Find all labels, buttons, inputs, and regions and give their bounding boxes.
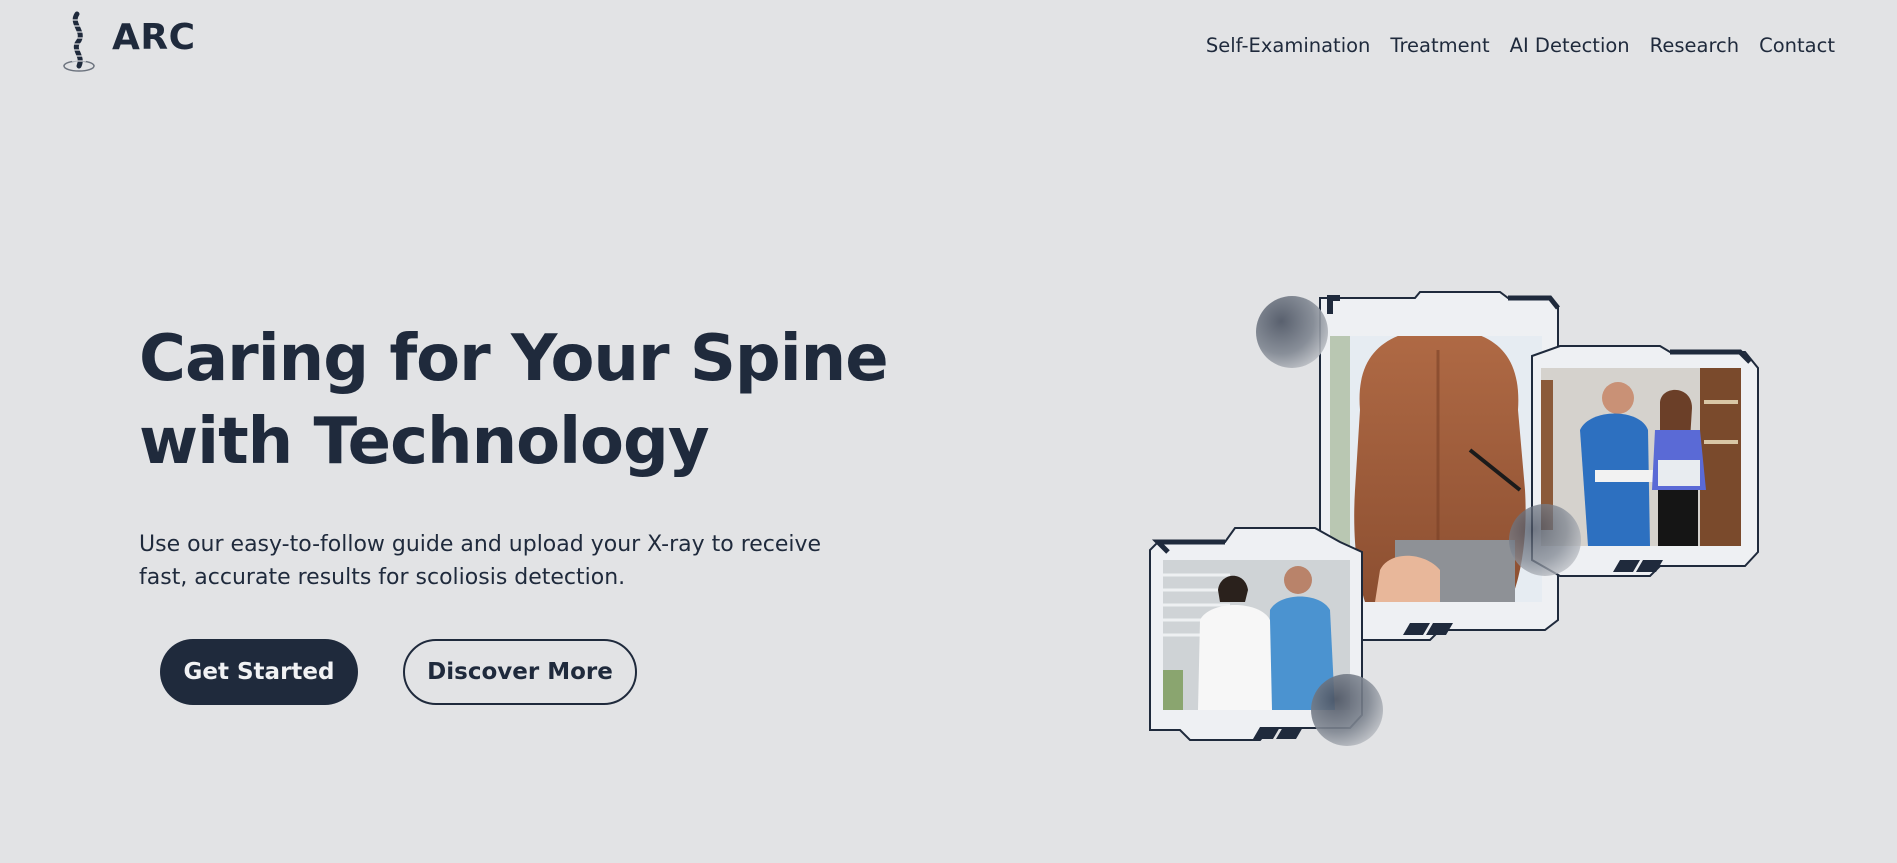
nav-contact[interactable]: Contact — [1759, 34, 1835, 57]
get-started-button[interactable]: Get Started — [160, 639, 358, 705]
nav-research[interactable]: Research — [1650, 34, 1739, 57]
nav-treatment[interactable]: Treatment — [1390, 34, 1489, 57]
hero-collage — [1140, 290, 1770, 760]
nav-self-examination[interactable]: Self-Examination — [1206, 34, 1371, 57]
hero-title: Caring for Your Spine with Technology — [139, 318, 969, 484]
site-header: ARC Self-Examination Treatment AI Detect… — [0, 0, 1897, 90]
decor-orb-bottom — [1311, 674, 1383, 746]
discover-more-button[interactable]: Discover More — [403, 639, 637, 705]
brand-name: ARC — [112, 16, 196, 58]
hero-actions: Get Started Discover More — [160, 639, 637, 705]
main-nav: Self-Examination Treatment AI Detection … — [1206, 34, 1835, 57]
nav-ai-detection[interactable]: AI Detection — [1510, 34, 1630, 57]
hero-subtitle: Use our easy-to-follow guide and upload … — [139, 528, 899, 594]
brand-logo[interactable]: ARC — [60, 10, 196, 72]
hero-subtitle-line-1: Use our easy-to-follow guide and upload … — [139, 532, 822, 557]
hero-title-line-2: with Technology — [139, 405, 710, 479]
decor-orb-middle — [1509, 504, 1581, 576]
hero-subtitle-line-2: fast, accurate results for scoliosis det… — [139, 565, 626, 590]
spine-icon — [63, 11, 95, 72]
collage-graphic — [1149, 291, 1759, 746]
hero-section: Caring for Your Spine with Technology Us… — [139, 318, 969, 594]
hero-title-line-1: Caring for Your Spine — [139, 322, 889, 396]
decor-orb-top — [1256, 296, 1328, 368]
